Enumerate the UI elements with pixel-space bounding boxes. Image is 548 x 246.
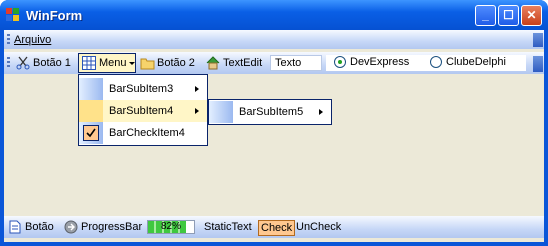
toolbar-button-2-label: Botão 2 <box>157 57 195 69</box>
radio-devexpress-label: DevExpress <box>350 56 410 68</box>
status-check-button[interactable]: Check <box>258 220 296 236</box>
menu-item-barsubitem5[interactable]: BarSubItem5 <box>209 101 331 123</box>
submenu-dropdown: BarSubItem5 <box>208 99 332 125</box>
status-botao[interactable]: Botão <box>8 216 54 238</box>
toolbar-textedit-caption: TextEdit <box>206 52 262 74</box>
bar-options-chevron-icon[interactable] <box>533 33 543 47</box>
toolbar-menu-button[interactable]: Menu <box>78 53 136 73</box>
radio-selected-icon <box>334 56 346 68</box>
grid-icon <box>82 56 96 70</box>
submenu-arrow-icon <box>195 108 199 114</box>
status-progressbar-label: ProgressBar <box>81 221 143 233</box>
toolbar-textedit-label: TextEdit <box>223 57 263 69</box>
toolbar-radio-group: DevExpress ClubeDelphi <box>326 55 526 71</box>
menu-item-label: BarSubItem3 <box>109 83 174 95</box>
menu-item-label: BarSubItem4 <box>109 105 174 117</box>
radio-clubedelphi-label: ClubeDelphi <box>446 56 506 68</box>
radio-clubedelphi[interactable]: ClubeDelphi <box>430 56 506 68</box>
menu-gutter <box>79 78 103 100</box>
minimize-button[interactable]: _ <box>475 5 496 26</box>
close-button[interactable]: ✕ <box>521 5 542 26</box>
maximize-icon: ☐ <box>503 8 514 22</box>
menu-item-label: BarSubItem5 <box>239 106 304 118</box>
menu-dropdown: BarSubItem3 BarSubItem4 BarCheckItem4 <box>78 74 208 146</box>
progress-bar: 82% <box>147 220 195 234</box>
status-static-text: StaticText <box>204 221 252 233</box>
status-uncheck-button[interactable]: UnCheck <box>296 216 341 238</box>
toolbar-menu-label: Menu <box>99 57 127 69</box>
menu-gutter <box>209 101 233 123</box>
document-icon <box>8 220 22 234</box>
menu-item-barcheckitem4[interactable]: BarCheckItem4 <box>79 122 207 144</box>
menu-item-label: BarCheckItem4 <box>109 127 185 139</box>
radio-devexpress[interactable]: DevExpress <box>334 56 409 68</box>
scissors-icon <box>16 56 30 70</box>
submenu-arrow-icon <box>319 109 323 115</box>
menu-item-barsubitem3[interactable]: BarSubItem3 <box>79 78 207 100</box>
toolbar-text-input[interactable]: Texto <box>270 55 322 71</box>
toolbar-button-1-label: Botão 1 <box>33 57 71 69</box>
menu-arquivo-label: Arquivo <box>14 33 52 46</box>
menu-arquivo[interactable]: Arquivo <box>14 30 51 49</box>
status-botao-label: Botão <box>25 221 54 233</box>
toolbar-button-1[interactable]: Botão 1 <box>16 52 71 74</box>
status-bar: Botão ProgressBar 82% StaticText Check U… <box>4 216 544 238</box>
menu-item-barsubitem4[interactable]: BarSubItem4 <box>79 100 207 122</box>
arrow-circle-icon <box>64 220 78 234</box>
status-progressbar-caption: ProgressBar <box>64 216 142 238</box>
main-window: WinForm _ ☐ ✕ Arquivo Botão 1 Menu Botão… <box>0 0 548 246</box>
chevron-down-icon <box>128 61 135 65</box>
bar-grip[interactable] <box>7 34 10 46</box>
app-icon <box>6 8 20 22</box>
check-icon <box>83 125 99 141</box>
radio-unselected-icon <box>430 56 442 68</box>
menu-bar: Arquivo <box>4 30 544 49</box>
window-title: WinForm <box>26 8 83 23</box>
maximize-button[interactable]: ☐ <box>498 5 519 26</box>
title-bar[interactable]: WinForm _ ☐ ✕ <box>0 0 548 30</box>
bar-options-chevron-icon[interactable] <box>533 56 543 72</box>
menu-gutter <box>79 100 103 122</box>
progress-value: 82% <box>160 221 181 232</box>
minimize-icon: _ <box>482 8 489 22</box>
house-icon <box>206 56 220 70</box>
form-client-area: Arquivo Botão 1 Menu Botão 2 TextEdit Te… <box>4 30 544 242</box>
toolbar-button-2[interactable]: Botão 2 <box>140 52 195 74</box>
tool-bar: Botão 1 Menu Botão 2 TextEdit Texto DevE… <box>4 52 544 74</box>
close-icon: ✕ <box>526 8 537 22</box>
submenu-arrow-icon <box>195 86 199 92</box>
folder-icon <box>140 56 155 70</box>
bar-grip[interactable] <box>7 57 10 69</box>
